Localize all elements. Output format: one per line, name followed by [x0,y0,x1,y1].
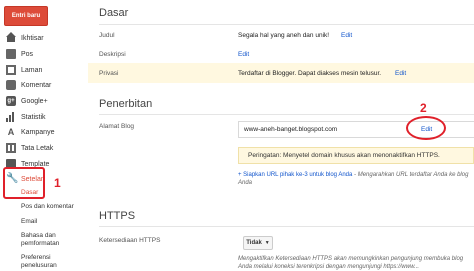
sidebar-item-label: Google+ [21,97,48,105]
privacy-label: Privasi [99,70,119,77]
new-post-button[interactable]: Entri baru [4,6,48,26]
settings-main: Dasar Judul Segala hal yang aneh dan uni… [88,0,474,271]
https-availability-select[interactable]: Tidak ▼ [243,236,273,250]
https-availability-label: Ketersediaan HTTPS [99,237,161,244]
edit-title-link[interactable]: Edit [341,32,352,39]
edit-description-link[interactable]: Edit [238,51,249,58]
layout-icon [6,143,16,153]
https-warning-box: Peringatan: Menyetel domain khusus akan … [238,147,474,164]
blog-address-label: Alamat Blog [99,123,135,130]
sidebar-item-label: Statistik [21,113,46,121]
section-title-basic: Dasar [99,7,129,19]
annotation-number-2: 2 [420,101,427,115]
annotation-highlight-box [3,167,45,199]
stats-icon [6,112,16,122]
settings-sub-search[interactable]: Preferensi penelusuran [21,254,81,270]
settings-sub-language[interactable]: Bahasa dan pemformatan [21,232,81,248]
sidebar-item-label: Tata Letak [21,144,54,152]
sidebar-item-label: Pos [21,50,34,58]
home-icon [6,32,16,43]
chevron-down-icon: ▼ [264,240,270,246]
google-plus-icon: g+ [6,96,16,106]
sidebar: Entri baru Ikhtisar Pos Laman Komentar g… [0,0,88,271]
annotation-number-1: 1 [54,176,61,190]
comment-icon [6,80,16,90]
select-value: Tidak [246,240,262,246]
description-label: Deskripsi [99,51,126,58]
divider [99,24,474,25]
sidebar-item-posts[interactable]: Pos [0,46,88,62]
sidebar-item-label: Komentar [21,81,52,89]
section-title-publishing: Penerbitan [99,98,153,110]
third-party-url-text: + Siapkan URL pihak ke-3 untuk blog Anda… [238,172,474,187]
sidebar-item-earnings[interactable]: A Kampanye [0,124,88,140]
sidebar-item-label: Kampanye [21,128,55,136]
section-title-https: HTTPS [99,210,136,222]
earnings-icon: A [7,127,15,137]
sidebar-item-layout[interactable]: Tata Letak [0,140,88,156]
privacy-value: Terdaftar di Blogger. Dapat diakses mesi… [238,70,382,77]
annotation-highlight-circle [406,116,446,140]
divider [99,226,474,227]
divider [99,114,474,115]
sidebar-item-comments[interactable]: Komentar [0,77,88,93]
title-label: Judul [99,32,115,39]
edit-privacy-link[interactable]: Edit [395,70,406,77]
sidebar-item-pages[interactable]: Laman [0,62,88,78]
settings-sub-posts-comments[interactable]: Pos dan komentar [21,203,74,211]
post-icon [6,49,16,59]
sidebar-item-stats[interactable]: Statistik [0,109,88,125]
sidebar-item-google-plus[interactable]: g+ Google+ [0,93,88,109]
sidebar-item-label: Laman [21,66,43,74]
title-value: Segala hal yang aneh dan unik! [238,32,330,39]
https-description: Mengaktifkan Ketersediaan HTTPS akan mem… [238,256,464,270]
settings-sub-email[interactable]: Email [21,218,37,226]
third-party-url-link[interactable]: + Siapkan URL pihak ke-3 untuk blog Anda [238,172,352,178]
sidebar-item-label: Ikhtisar [21,34,44,42]
sidebar-item-overview[interactable]: Ikhtisar [0,30,88,46]
page-icon [6,65,16,75]
